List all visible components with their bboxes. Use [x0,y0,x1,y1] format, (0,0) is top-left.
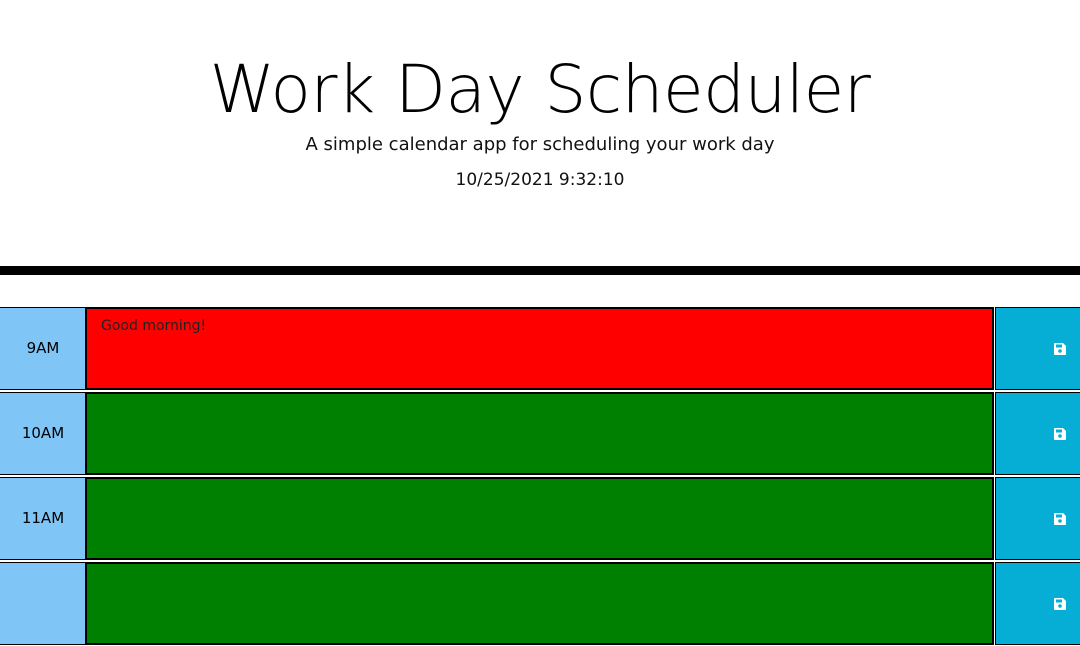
save-button[interactable] [995,307,1080,390]
schedule-container: 9AM Good morning! 10AM 11AM [0,306,1080,646]
page-title: Work Day Scheduler [209,51,871,128]
save-button[interactable] [995,477,1080,560]
current-datetime: 10/25/2021 9:32:10 [455,170,625,190]
hour-label [0,562,86,645]
time-block-10am: 10AM [0,391,1080,476]
hour-label: 9AM [0,307,86,390]
floppy-disk-icon [1054,343,1066,355]
floppy-disk-icon [1054,598,1066,610]
time-block-11am: 11AM [0,476,1080,561]
save-button[interactable] [995,562,1080,645]
time-block-9am: 9AM Good morning! [0,306,1080,391]
floppy-disk-icon [1054,513,1066,525]
event-description-input[interactable]: Good morning! [85,307,994,390]
hour-label: 10AM [0,392,86,475]
header: Work Day Scheduler A simple calendar app… [0,0,1080,275]
page-subtitle: A simple calendar app for scheduling you… [305,134,775,155]
event-description-input[interactable] [85,392,994,475]
event-description-input[interactable] [85,562,994,645]
time-block-12pm [0,561,1080,646]
save-button[interactable] [995,392,1080,475]
floppy-disk-icon [1054,428,1066,440]
event-description-input[interactable] [85,477,994,560]
hour-label: 11AM [0,477,86,560]
